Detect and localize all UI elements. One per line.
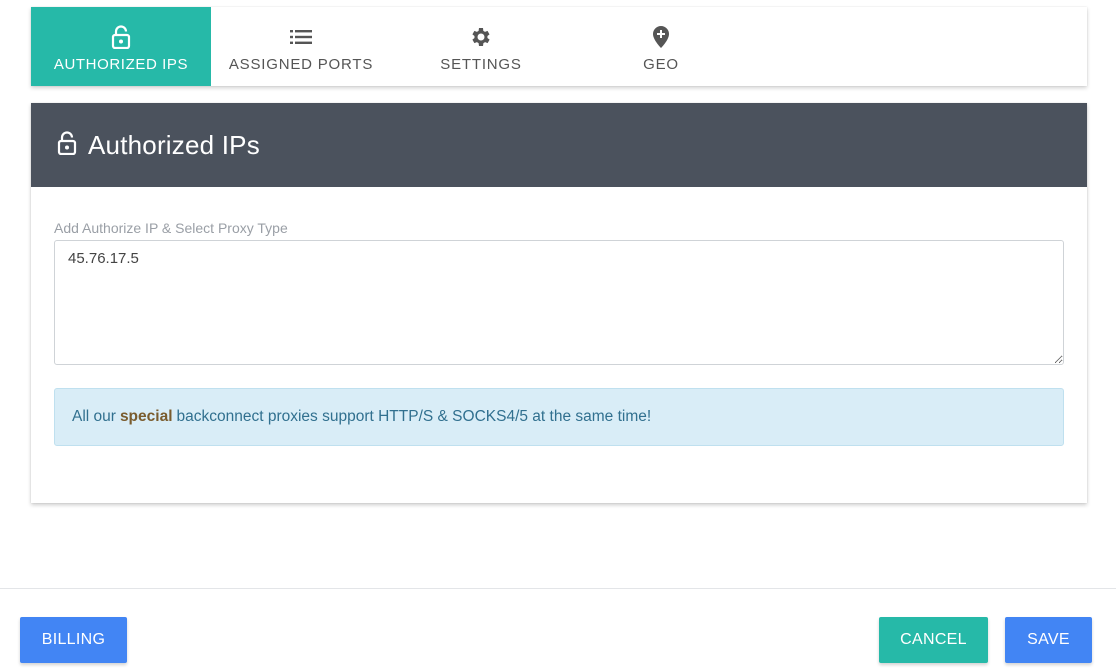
info-text-before: All our: [72, 408, 116, 425]
billing-button[interactable]: BILLING: [20, 617, 127, 663]
footer-divider: [0, 588, 1116, 589]
authorized-ips-panel: Authorized IPs Add Authorize IP & Select…: [31, 103, 1087, 503]
lock-icon: [108, 24, 134, 50]
tab-label: AUTHORIZED IPS: [53, 55, 189, 73]
tab-authorized-ips[interactable]: AUTHORIZED IPS: [31, 7, 211, 86]
info-highlight: special: [119, 408, 173, 425]
gear-icon: [468, 24, 494, 50]
ip-field-label: Add Authorize IP & Select Proxy Type: [54, 220, 288, 236]
info-alert: All our special backconnect proxies supp…: [54, 388, 1064, 446]
panel-header: Authorized IPs: [31, 103, 1087, 187]
authorized-ip-textarea[interactable]: 45.76.17.5: [54, 240, 1064, 365]
tab-assigned-ports[interactable]: ASSIGNED PORTS: [211, 7, 391, 86]
list-icon: [288, 24, 314, 50]
cancel-button[interactable]: CANCEL: [879, 617, 988, 663]
info-text-after: backconnect proxies support HTTP/S & SOC…: [176, 408, 652, 425]
page: AUTHORIZED IPS ASSIGNED PORTS SETTINGS G…: [0, 0, 1116, 672]
tab-geo[interactable]: GEO: [571, 7, 751, 86]
map-marker-plus-icon: [648, 24, 674, 50]
lock-icon: [56, 130, 78, 156]
tab-settings[interactable]: SETTINGS: [391, 7, 571, 86]
tab-label: SETTINGS: [440, 55, 522, 73]
save-button[interactable]: SAVE: [1005, 617, 1092, 663]
tab-bar: AUTHORIZED IPS ASSIGNED PORTS SETTINGS G…: [31, 7, 1087, 86]
panel-title: Authorized IPs: [88, 129, 260, 160]
tab-label: ASSIGNED PORTS: [228, 55, 374, 73]
tab-label: GEO: [643, 55, 679, 73]
